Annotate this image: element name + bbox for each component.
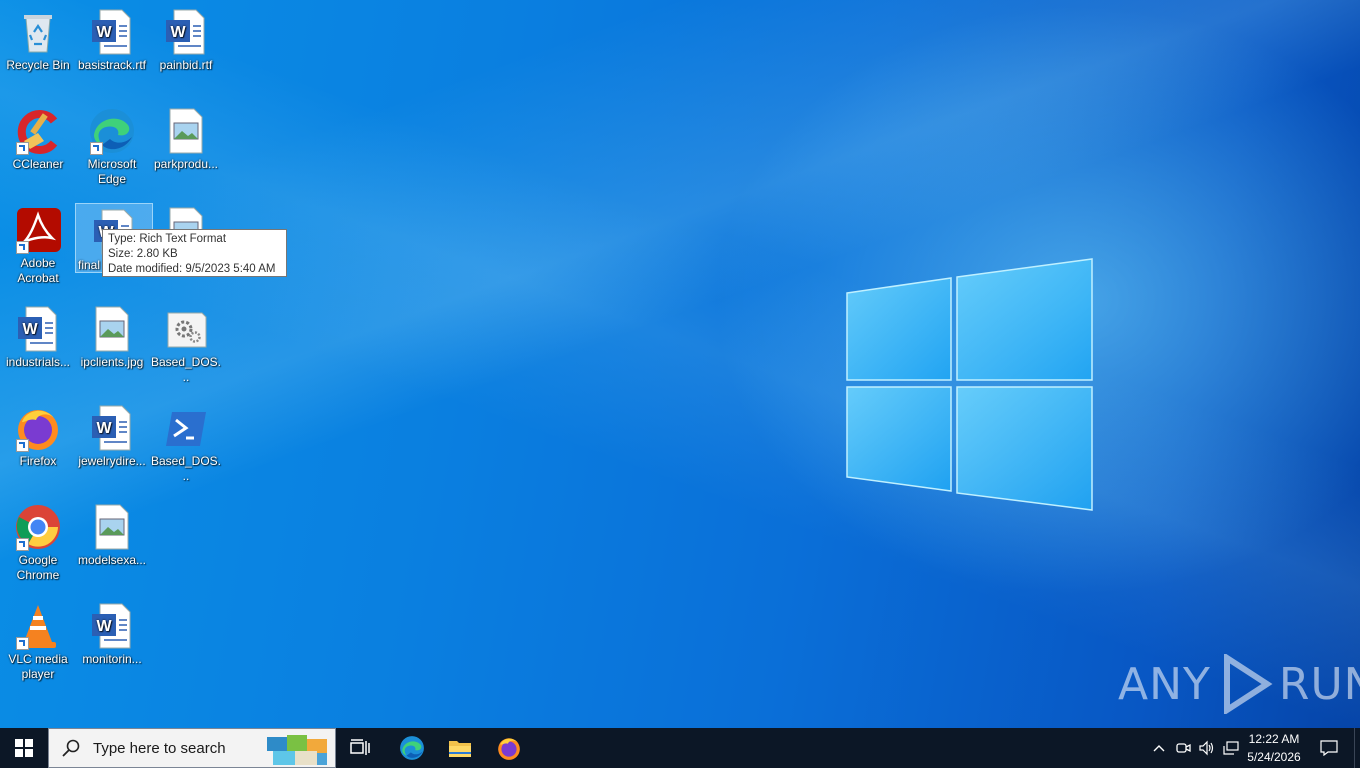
edge-icon [400,736,424,760]
shortcut-arrow-icon [16,538,29,551]
vlc-icon [14,602,62,650]
desktop-icon-label: Microsoft Edge [87,157,137,186]
desktop-icon-ccleaner[interactable]: CCleaner [0,103,76,172]
play-triangle-icon [1223,654,1273,714]
image-file-icon [162,107,210,155]
firefox-icon [498,738,520,760]
word-document-icon: W [88,602,136,650]
svg-text:W: W [22,321,38,338]
watermark-right-text: RUN [1278,658,1360,710]
desktop-icon-label: painbid.rtf [159,58,213,72]
desktop-icon-label: Firefox [19,454,57,468]
desktop[interactable]: Recycle Bin CCleaner Adobe Acrobat W ind… [0,0,1360,728]
taskbar: Type here to search 12:22 AM 5/24/2026 [0,728,1360,768]
shortcut-arrow-icon [16,142,29,155]
desktop-icon-label: ipclients.jpg [80,355,144,369]
taskbar-clock[interactable]: 12:22 AM 5/24/2026 [1238,730,1310,766]
desktop-icon-vlc[interactable]: VLC media player [0,598,76,682]
desktop-icon-label: Based_DOS... [150,355,222,384]
desktop-icon-adobe-acrobat[interactable]: Adobe Acrobat [0,202,76,286]
task-view-icon [350,739,370,755]
desktop-icon-label: Adobe Acrobat [17,256,59,285]
taskbar-edge-button[interactable] [390,728,434,768]
desktop-icon-firefox[interactable]: Firefox [0,400,76,469]
show-hidden-icons-button[interactable] [1148,728,1170,768]
desktop-icon-basistrack[interactable]: W basistrack.rtf [74,4,150,73]
desktop-icon-label: basistrack.rtf [77,58,146,72]
desktop-icon-modelsexa[interactable]: modelsexa... [74,499,150,568]
desktop-icon-label: monitorin... [82,652,142,666]
shortcut-arrow-icon [16,439,29,452]
desktop-icon-jewelrydire[interactable]: W jewelrydire... [74,400,150,469]
powershell-icon [162,404,210,452]
anyrun-watermark: ANY RUN [1118,654,1360,714]
desktop-icon-label: industrials... [5,355,71,369]
watermark-left-text: ANY [1118,658,1211,710]
svg-text:W: W [170,24,186,41]
shortcut-arrow-icon [16,637,29,650]
volume-icon [1199,740,1214,756]
desktop-icon-monitorin[interactable]: W monitorin... [74,598,150,667]
tooltip-size: Size: 2.80 KB [108,248,178,260]
firefox-icon [14,404,62,452]
desktop-icon-painbid[interactable]: W painbid.rtf [148,4,224,73]
svg-text:W: W [96,618,112,635]
chevron-up-icon [1153,745,1165,752]
taskbar-file-explorer-button[interactable] [438,728,482,768]
word-document-icon: W [88,404,136,452]
desktop-icon-label: Based_DOS... [150,454,222,483]
recycle-bin-icon [14,8,62,56]
desktop-icon-label: VLC media player [8,652,68,681]
search-highlight-puzzle-icon [267,735,327,765]
tooltip-date-modified: Date modified: 9/5/2023 5:40 AM [108,263,276,275]
word-document-icon: W [162,8,210,56]
shortcut-arrow-icon [90,142,103,155]
desktop-icon-label: Recycle Bin [6,58,70,72]
word-document-icon: W [88,8,136,56]
action-center-button[interactable] [1312,728,1346,768]
windows-start-icon [15,739,33,757]
settings-file-icon [162,305,210,353]
meet-now-icon [1176,743,1191,753]
desktop-icon-label: jewelrydire... [78,454,146,468]
desktop-icon-recycle-bin[interactable]: Recycle Bin [0,4,76,73]
task-view-button[interactable] [340,728,380,768]
svg-text:W: W [96,420,112,437]
svg-text:W: W [96,24,112,41]
start-button[interactable] [0,728,48,768]
volume-button[interactable] [1196,728,1218,768]
taskbar-firefox-button[interactable] [487,728,531,768]
desktop-icon-ipclients[interactable]: ipclients.jpg [74,301,150,370]
clock-time: 12:22 AM [1248,732,1300,746]
edge-icon [88,107,136,155]
word-document-icon: W [14,305,62,353]
taskbar-search-box[interactable]: Type here to search [48,728,336,768]
clock-date: 5/24/2026 [1247,750,1301,764]
desktop-icon-microsoft-edge[interactable]: Microsoft Edge [74,103,150,187]
file-tooltip: Type: Rich Text Format Size: 2.80 KB Dat… [102,229,287,277]
file-explorer-icon [449,741,471,757]
adobe-acrobat-icon [14,206,62,254]
windows-logo-wallpaper [846,258,1093,511]
desktop-icon-label: parkprodu... [153,157,219,171]
ccleaner-icon [14,107,62,155]
meet-now-button[interactable] [1172,728,1194,768]
desktop-icon-based-dos-settings[interactable]: Based_DOS... [148,301,224,385]
image-file-icon [88,305,136,353]
notification-icon [1320,740,1338,756]
desktop-icon-industrials[interactable]: W industrials... [0,301,76,370]
desktop-icon-label: Google Chrome [16,553,60,582]
desktop-icon-parkprodu[interactable]: parkprodu... [148,103,224,172]
show-desktop-button[interactable] [1354,728,1360,768]
search-placeholder: Type here to search [93,739,226,757]
shortcut-arrow-icon [16,241,29,254]
desktop-icon-label: CCleaner [12,157,64,171]
desktop-icon-label: modelsexa... [77,553,147,567]
image-file-icon [88,503,136,551]
chrome-icon [14,503,62,551]
search-icon [62,739,80,757]
desktop-icon-based-dos-powershell[interactable]: Based_DOS... [148,400,224,484]
tooltip-type: Type: Rich Text Format [108,233,227,245]
desktop-icon-google-chrome[interactable]: Google Chrome [0,499,76,583]
